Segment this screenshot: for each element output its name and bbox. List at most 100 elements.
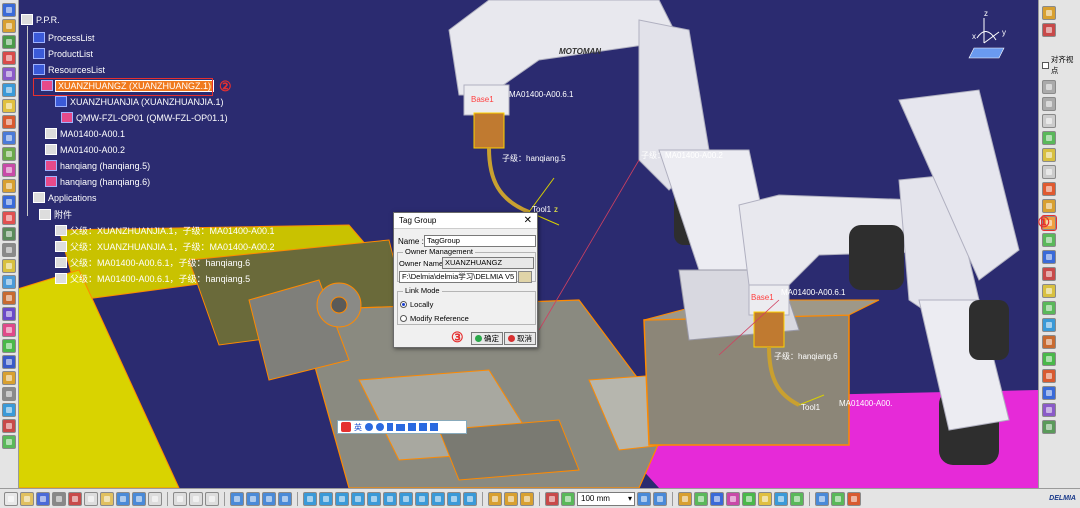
tag-edit-icon[interactable] (1042, 250, 1056, 264)
measure-icon[interactable] (561, 491, 575, 506)
gun-tag-icon[interactable] (1042, 267, 1056, 281)
cut-icon[interactable] (68, 491, 82, 506)
save-icon[interactable] (2, 403, 16, 417)
ime-toolbar[interactable]: 英 (337, 420, 467, 434)
tree-resource-item[interactable]: MA01400-A00.2 (45, 144, 125, 155)
swap-icon[interactable] (463, 491, 477, 506)
select-icon[interactable] (2, 3, 16, 17)
pointer-icon[interactable] (1042, 131, 1056, 145)
tree-root[interactable]: P.P.R. (21, 14, 60, 25)
zoom-combo[interactable]: 100 mm (577, 491, 635, 506)
section-icon[interactable] (2, 243, 16, 257)
arrow-icon[interactable] (1042, 233, 1056, 247)
undo-icon[interactable] (116, 491, 130, 506)
activity-icon[interactable] (2, 99, 16, 113)
copy-icon[interactable] (84, 491, 98, 506)
pan-icon[interactable] (335, 491, 349, 506)
table-icon[interactable] (230, 491, 244, 506)
view-icon[interactable] (1042, 6, 1056, 20)
fit-all-icon[interactable] (319, 491, 333, 506)
sim-play-icon[interactable] (694, 491, 708, 506)
record-icon[interactable] (726, 491, 740, 506)
rotate-icon[interactable] (351, 491, 365, 506)
robot-icon[interactable] (1042, 23, 1056, 37)
new-process-icon[interactable] (2, 51, 16, 65)
path-icon[interactable] (2, 179, 16, 193)
owner-name-field[interactable]: XUANZHUANGZ (442, 257, 534, 269)
analysis-icon[interactable] (246, 491, 260, 506)
open-icon[interactable] (20, 491, 34, 506)
comment-icon[interactable] (189, 491, 203, 506)
compass-icon[interactable] (520, 491, 534, 506)
move-icon[interactable] (1042, 352, 1056, 366)
tree-product-list[interactable]: ProductList (33, 48, 93, 59)
simulation-icon[interactable] (2, 195, 16, 209)
weld-tag-icon[interactable] (1042, 284, 1056, 298)
gun-icon[interactable] (2, 323, 16, 337)
cancel-button[interactable]: 取消 (504, 332, 536, 345)
layout-icon[interactable] (2, 355, 16, 369)
clash-icon[interactable] (2, 259, 16, 273)
new-icon[interactable] (4, 491, 18, 506)
render-icon[interactable] (431, 491, 445, 506)
snap-icon[interactable] (504, 491, 518, 506)
folder-icon[interactable] (518, 271, 532, 283)
disabled-tool-icon[interactable] (1042, 97, 1056, 111)
tree-link-item[interactable]: 父级：XUANZHUANJIA.1，子级：MA01400-A00.1 (55, 224, 275, 237)
program-icon[interactable] (1042, 403, 1056, 417)
link-icon[interactable] (2, 67, 16, 81)
tag-icon[interactable] (2, 131, 16, 145)
align-view-checkbox[interactable]: 对齐视点 (1042, 54, 1080, 76)
player-icon[interactable] (742, 491, 756, 506)
tag-group-icon[interactable] (2, 147, 16, 161)
tree-resource-item[interactable]: hanqiang (hanqiang.6) (45, 176, 150, 187)
tree-applications[interactable]: Applications (33, 192, 97, 203)
catalog-icon[interactable] (678, 491, 692, 506)
normal-view-icon[interactable] (399, 491, 413, 506)
jog-icon[interactable] (2, 291, 16, 305)
catalog-icon[interactable] (2, 371, 16, 385)
compass-tool-icon[interactable] (2, 275, 16, 289)
ok-button[interactable]: 确定 (471, 332, 503, 345)
gantt-icon[interactable] (278, 491, 292, 506)
teach-icon[interactable] (2, 163, 16, 177)
formula-icon[interactable] (173, 491, 187, 506)
fire-icon[interactable] (1042, 182, 1056, 196)
manipulate-icon[interactable] (488, 491, 502, 506)
snap-icon[interactable] (1042, 148, 1056, 162)
tree-resource-item[interactable]: MA01400-A00.1 (45, 128, 125, 139)
axis-icon[interactable] (545, 491, 559, 506)
close-icon[interactable]: ✕ (524, 215, 532, 226)
validate-icon[interactable] (1042, 420, 1056, 434)
modify-reference-radio[interactable]: Modify Reference (400, 314, 469, 323)
save-icon[interactable] (36, 491, 50, 506)
redo-icon[interactable] (132, 491, 146, 506)
disabled-tool-icon[interactable] (1042, 80, 1056, 94)
frame-icon[interactable] (1042, 318, 1056, 332)
jog-icon[interactable] (1042, 335, 1056, 349)
print-icon[interactable] (52, 491, 66, 506)
catalog-icon[interactable] (1042, 199, 1056, 213)
hide-show-icon[interactable] (447, 491, 461, 506)
search-icon[interactable] (831, 491, 845, 506)
tree-link-item[interactable]: 父级：MA01400-A00.6.1，子级：hanqiang.6 (55, 256, 250, 269)
owner-path-field[interactable]: F:\Delmia\delmia学习\DELMIA V5 学 (399, 271, 517, 283)
help-icon[interactable] (148, 491, 162, 506)
delete-icon[interactable] (2, 419, 16, 433)
teach-icon[interactable] (1042, 369, 1056, 383)
zoom-out-icon[interactable] (383, 491, 397, 506)
assign-icon[interactable] (2, 83, 16, 97)
step-icon[interactable] (653, 491, 667, 506)
insert-product-icon[interactable] (2, 19, 16, 33)
light-icon[interactable] (758, 491, 772, 506)
sim-step-icon[interactable] (710, 491, 724, 506)
iso-view-icon[interactable] (415, 491, 429, 506)
tree-resource-item[interactable]: QMW-FZL-OP01 (QMW-FZL-OP01.1) (61, 112, 228, 123)
plm-icon[interactable] (815, 491, 829, 506)
tree-resources-list[interactable]: ResourcesList (33, 64, 105, 75)
query-icon[interactable] (205, 491, 219, 506)
tree-link-item[interactable]: 父级：XUANZHUANJIA.1，子级：MA01400-A00.2 (55, 240, 275, 253)
locally-radio[interactable]: Locally (400, 300, 433, 309)
fly-icon[interactable] (303, 491, 317, 506)
zoom-in-icon[interactable] (367, 491, 381, 506)
